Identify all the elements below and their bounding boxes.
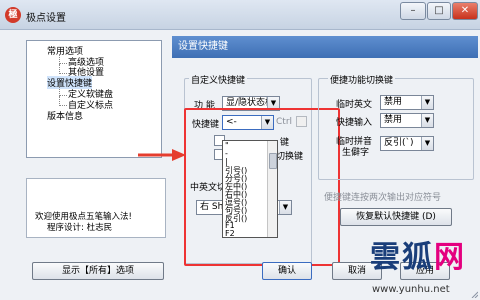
tree-connector (59, 64, 67, 74)
toggle-keys-group-title: 便捷功能切换键 (328, 73, 396, 86)
restore-default-hotkeys-button[interactable]: 恢复默认快捷键 (D) (340, 208, 452, 226)
quick-input-label: 快捷输入 (336, 118, 373, 128)
rare-char-label: 生僻字 (342, 148, 370, 158)
custom-hotkey-group-title: 自定义快捷键 (189, 73, 248, 86)
window-title: 极点设置 (26, 13, 66, 24)
highlight-frame (184, 108, 340, 266)
panel-header: 设置快捷键 (172, 36, 478, 58)
resize-grip-icon[interactable] (470, 290, 478, 298)
temp-english-select[interactable]: 禁用 ▼ (380, 95, 434, 110)
temp-pinyin-value: 反引(`) (384, 138, 414, 148)
chevron-down-icon[interactable]: ▼ (421, 114, 433, 127)
watermark-logo: 雲狐网 (370, 232, 466, 276)
author-text: 程序设计: 杜志民 (47, 223, 113, 233)
temp-english-value: 禁用 (384, 97, 403, 107)
maximize-button[interactable]: □ (427, 2, 451, 20)
info-box: 欢迎使用极点五笔输入法! 程序设计: 杜志民 (26, 178, 166, 238)
minimize-button[interactable]: – (400, 2, 426, 20)
quick-input-value: 禁用 (384, 115, 403, 125)
settings-tree: 常用选项 高级选项 其他设置 设置快捷键 定义软键盘 自定义标点 版本信息 (26, 40, 162, 158)
red-arrow-icon (138, 149, 186, 161)
chevron-down-icon[interactable]: ▼ (421, 96, 433, 109)
tree-connector (59, 54, 67, 64)
close-button[interactable]: ✕ (452, 2, 478, 20)
tree-connector (59, 96, 67, 106)
chevron-down-icon[interactable]: ▼ (421, 137, 433, 150)
toggle-keys-group (318, 78, 474, 180)
show-all-options-button[interactable]: 显示【所有】选项 (32, 262, 164, 280)
app-logo-icon: 極 (5, 7, 21, 23)
consecutive-press-note: 便捷键连按两次输出对应符号 (324, 193, 442, 203)
quick-input-select[interactable]: 禁用 ▼ (380, 113, 434, 128)
temp-pinyin-select[interactable]: 反引(`) ▼ (380, 136, 434, 151)
temp-english-label: 临时英文 (336, 100, 373, 110)
title-bar: 極 极点设置 – □ ✕ (0, 0, 480, 30)
tree-connector (59, 86, 67, 96)
ok-button[interactable]: 确认 (262, 262, 312, 280)
watermark-url: www.yunhu.net (372, 284, 450, 295)
watermark-net: 网 (434, 240, 466, 275)
tree-item-version[interactable]: 版本信息 (47, 109, 83, 122)
watermark-text: 雲狐 (370, 240, 434, 275)
